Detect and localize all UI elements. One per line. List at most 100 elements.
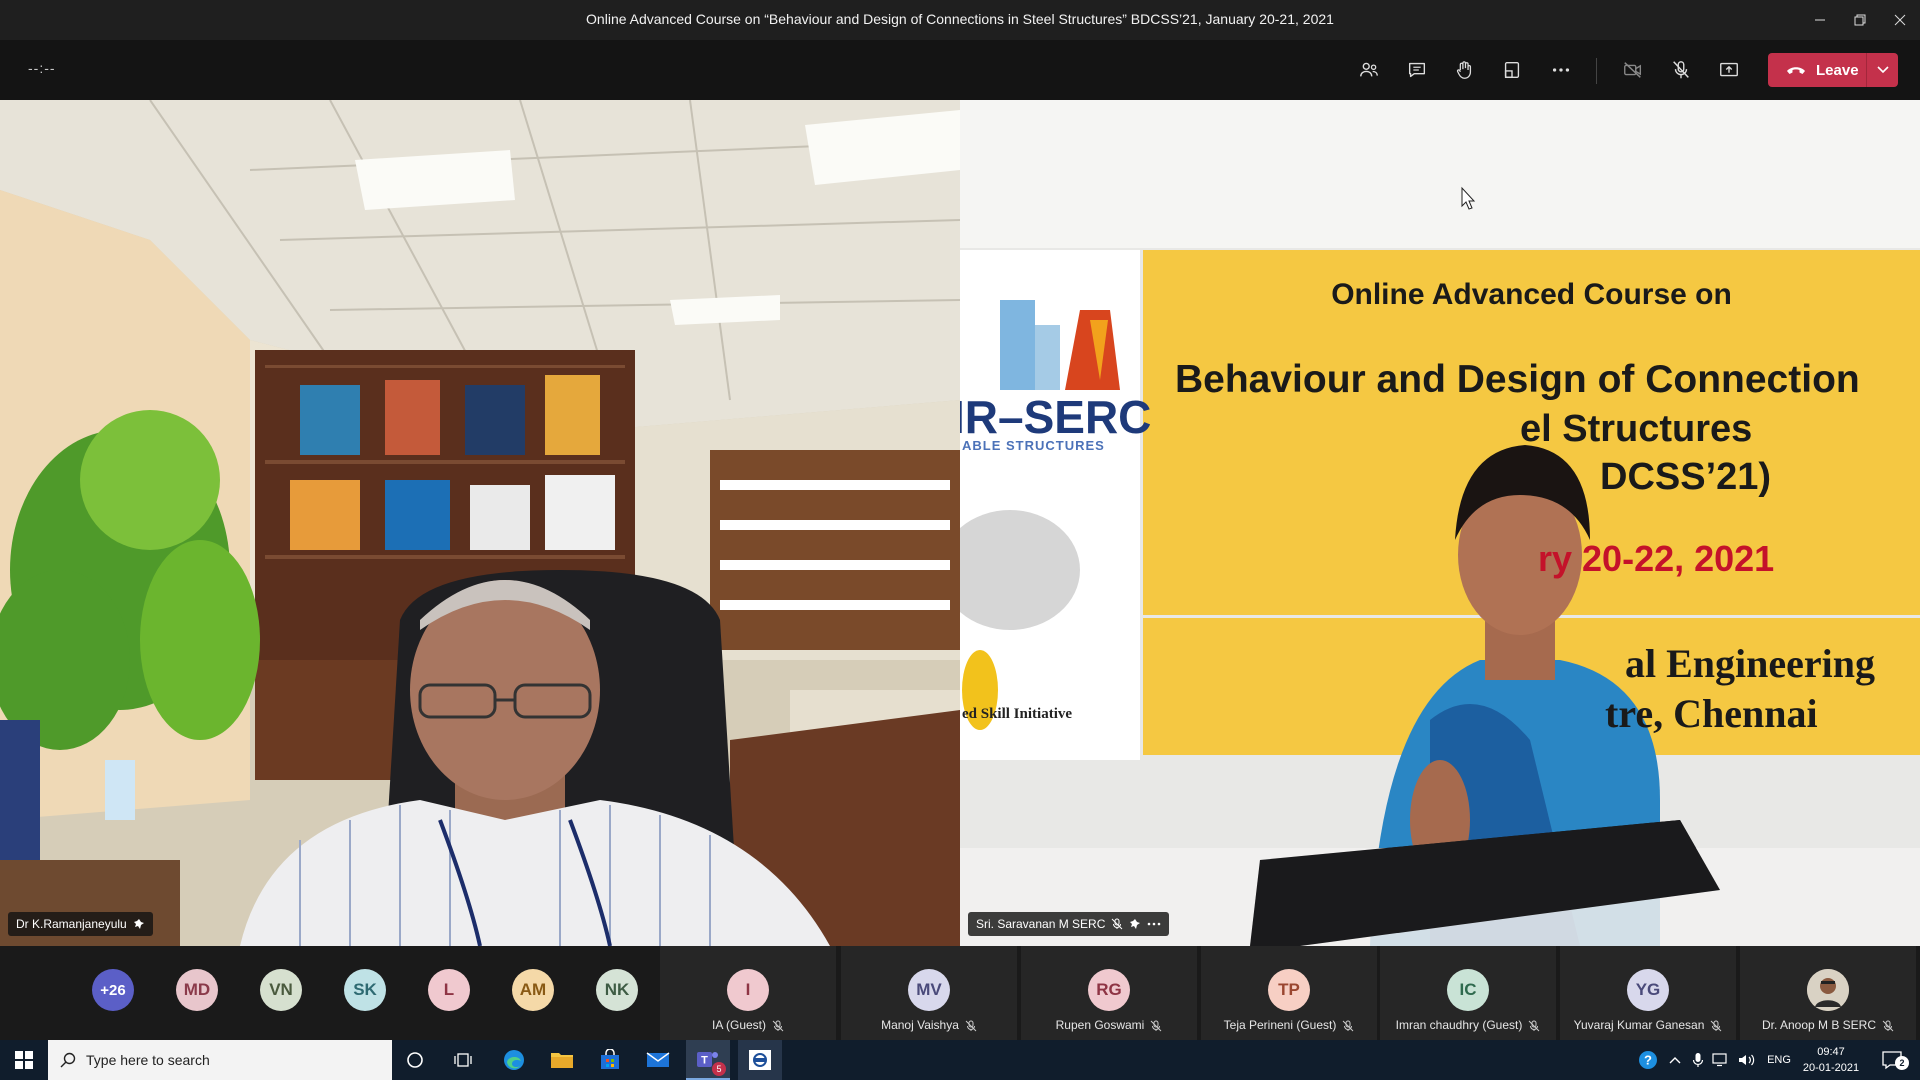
svg-text:?: ? [1644, 1053, 1652, 1068]
notification-center-button[interactable]: 2 [1872, 1040, 1912, 1080]
network-icon [1712, 1053, 1727, 1067]
mail-icon [646, 1052, 670, 1067]
taskbar-store[interactable] [590, 1040, 630, 1080]
participant-tile[interactable]: RG Rupen Goswami [1021, 946, 1197, 1040]
volume-tray-icon[interactable] [1736, 1040, 1758, 1080]
participant-tile[interactable]: Dr. Anoop M B SERC [1740, 946, 1916, 1040]
phone-hangup-icon [1787, 67, 1805, 74]
start-button[interactable] [0, 1040, 48, 1080]
clock-date: 20-01-2021 [1802, 1062, 1860, 1074]
camera-toggle-button[interactable] [1613, 50, 1653, 90]
slide-line-3: el Structures [1520, 408, 1753, 450]
more-icon [1552, 68, 1570, 72]
network-tray-icon[interactable] [1710, 1040, 1732, 1080]
chat-button[interactable] [1397, 50, 1437, 90]
svg-text:T: T [701, 1055, 708, 1067]
participant-name: Yuvaraj Kumar Ganesan [1573, 1018, 1705, 1032]
windows-taskbar: Type here to search T 5 ? ENG 09:47 20-0… [0, 1040, 1920, 1080]
participant-name: Dr K.Ramanjaneyulu [16, 917, 127, 931]
task-view-icon [454, 1053, 472, 1067]
breakout-rooms-button[interactable] [1492, 50, 1532, 90]
participant-tile[interactable]: TP Teja Perineni (Guest) [1201, 946, 1377, 1040]
more-options-icon[interactable] [1147, 918, 1161, 930]
title-bar: Online Advanced Course on “Behaviour and… [0, 0, 1920, 40]
microphone-tray-icon[interactable] [1688, 1040, 1708, 1080]
participant-strip: +26 MD VN SK L AM NK I IA (Guest) MV Manoj Vaish… [0, 946, 1920, 1040]
help-tray-icon[interactable]: ? [1636, 1040, 1660, 1080]
slide-line-1: Online Advanced Course on [1331, 278, 1732, 311]
microphone-off-icon [1343, 1020, 1354, 1032]
taskbar-mail[interactable] [638, 1040, 678, 1080]
taskbar-edge[interactable] [494, 1040, 534, 1080]
more-actions-button[interactable] [1541, 50, 1581, 90]
taskbar-teams[interactable]: T 5 [686, 1040, 730, 1080]
participant-avatar[interactable]: MD [176, 969, 218, 1011]
participant-name: Manoj Vaishya [881, 1018, 959, 1032]
slide-line-6: al Engineering [1625, 641, 1876, 686]
microphone-toggle-button[interactable] [1661, 50, 1701, 90]
window-title: Online Advanced Course on “Behaviour and… [586, 11, 1334, 27]
pin-icon [133, 919, 144, 929]
slide-logo-text: IR–SERC [960, 391, 1152, 443]
help-icon: ? [1639, 1051, 1657, 1069]
participant-photo-avatar [1807, 969, 1849, 1011]
leave-options-button[interactable] [1867, 66, 1898, 74]
participant-avatar[interactable]: VN [260, 969, 302, 1011]
close-icon[interactable] [1880, 0, 1920, 40]
chevron-up-icon [1669, 1057, 1681, 1064]
share-screen-button[interactable] [1709, 50, 1749, 90]
participant-tile[interactable]: YG Yuvaraj Kumar Ganesan [1560, 946, 1736, 1040]
raise-hand-button[interactable] [1444, 50, 1484, 90]
participant-avatar: RG [1088, 969, 1130, 1011]
search-placeholder: Type here to search [86, 1052, 210, 1068]
participant-name: Sri. Saravanan M SERC [976, 917, 1106, 931]
video-stage: Dr K.Ramanjaneyulu Online Advanced Cours… [0, 100, 1920, 946]
taskbar-file-explorer[interactable] [542, 1040, 582, 1080]
participant-avatar: TP [1268, 969, 1310, 1011]
participant-avatar[interactable]: L [428, 969, 470, 1011]
show-hidden-icons-button[interactable] [1666, 1040, 1684, 1080]
participant-avatar[interactable]: NK [596, 969, 638, 1011]
hand-icon [1456, 61, 1472, 79]
video-tile-left[interactable]: Dr K.Ramanjaneyulu [0, 100, 960, 946]
edge-browser-icon [504, 1050, 524, 1070]
microphone-off-icon [965, 1020, 977, 1032]
slide-left-caption: ed Skill Initiative [962, 706, 1073, 722]
participant-tile[interactable]: I IA (Guest) [660, 946, 836, 1040]
store-icon [601, 1049, 619, 1069]
participant-tile[interactable]: IC Imran chaudhry (Guest) [1380, 946, 1556, 1040]
participant-nametag-left: Dr K.Ramanjaneyulu [8, 912, 153, 936]
slide-line-7: tre, Chennai [1605, 691, 1818, 736]
cortana-button[interactable] [396, 1040, 434, 1080]
participant-avatar: YG [1627, 969, 1669, 1011]
participant-avatar[interactable]: AM [512, 969, 554, 1011]
participant-avatar: MV [908, 969, 950, 1011]
participant-name: Rupen Goswami [1055, 1018, 1145, 1032]
task-view-button[interactable] [444, 1040, 482, 1080]
slide-line-5: ry 20-22, 2021 [1538, 538, 1775, 579]
participant-name: Dr. Anoop M B SERC [1761, 1018, 1877, 1032]
taskbar-search-box[interactable]: Type here to search [48, 1040, 392, 1080]
participant-nametag-right: Sri. Saravanan M SERC [968, 912, 1170, 936]
taskbar-nic-app[interactable] [738, 1040, 782, 1080]
microphone-off-icon [1529, 1020, 1540, 1032]
leave-button[interactable]: Leave [1768, 53, 1898, 87]
participant-avatar[interactable]: SK [344, 969, 386, 1011]
restore-icon[interactable] [1840, 0, 1880, 40]
participants-button[interactable] [1349, 50, 1389, 90]
pin-icon [1130, 919, 1141, 929]
microphone-off-icon [1151, 1020, 1162, 1032]
language-indicator[interactable]: ENG [1764, 1040, 1794, 1080]
rooms-icon [1504, 61, 1520, 79]
teams-badge: 5 [712, 1062, 726, 1076]
search-icon [60, 1052, 76, 1068]
chevron-down-icon [1876, 66, 1889, 74]
participant-name: IA (Guest) [711, 1018, 767, 1032]
video-tile-right[interactable]: Online Advanced Course on Behaviour and … [960, 100, 1920, 946]
participant-tile[interactable]: MV Manoj Vaishya [841, 946, 1017, 1040]
taskbar-clock[interactable]: 09:47 20-01-2021 [1796, 1044, 1866, 1076]
meeting-toolbar: --:-- Leave [0, 40, 1920, 100]
minimize-icon[interactable] [1800, 0, 1840, 40]
participant-avatar: I [727, 969, 769, 1011]
more-participants-button[interactable]: +26 [92, 969, 134, 1011]
